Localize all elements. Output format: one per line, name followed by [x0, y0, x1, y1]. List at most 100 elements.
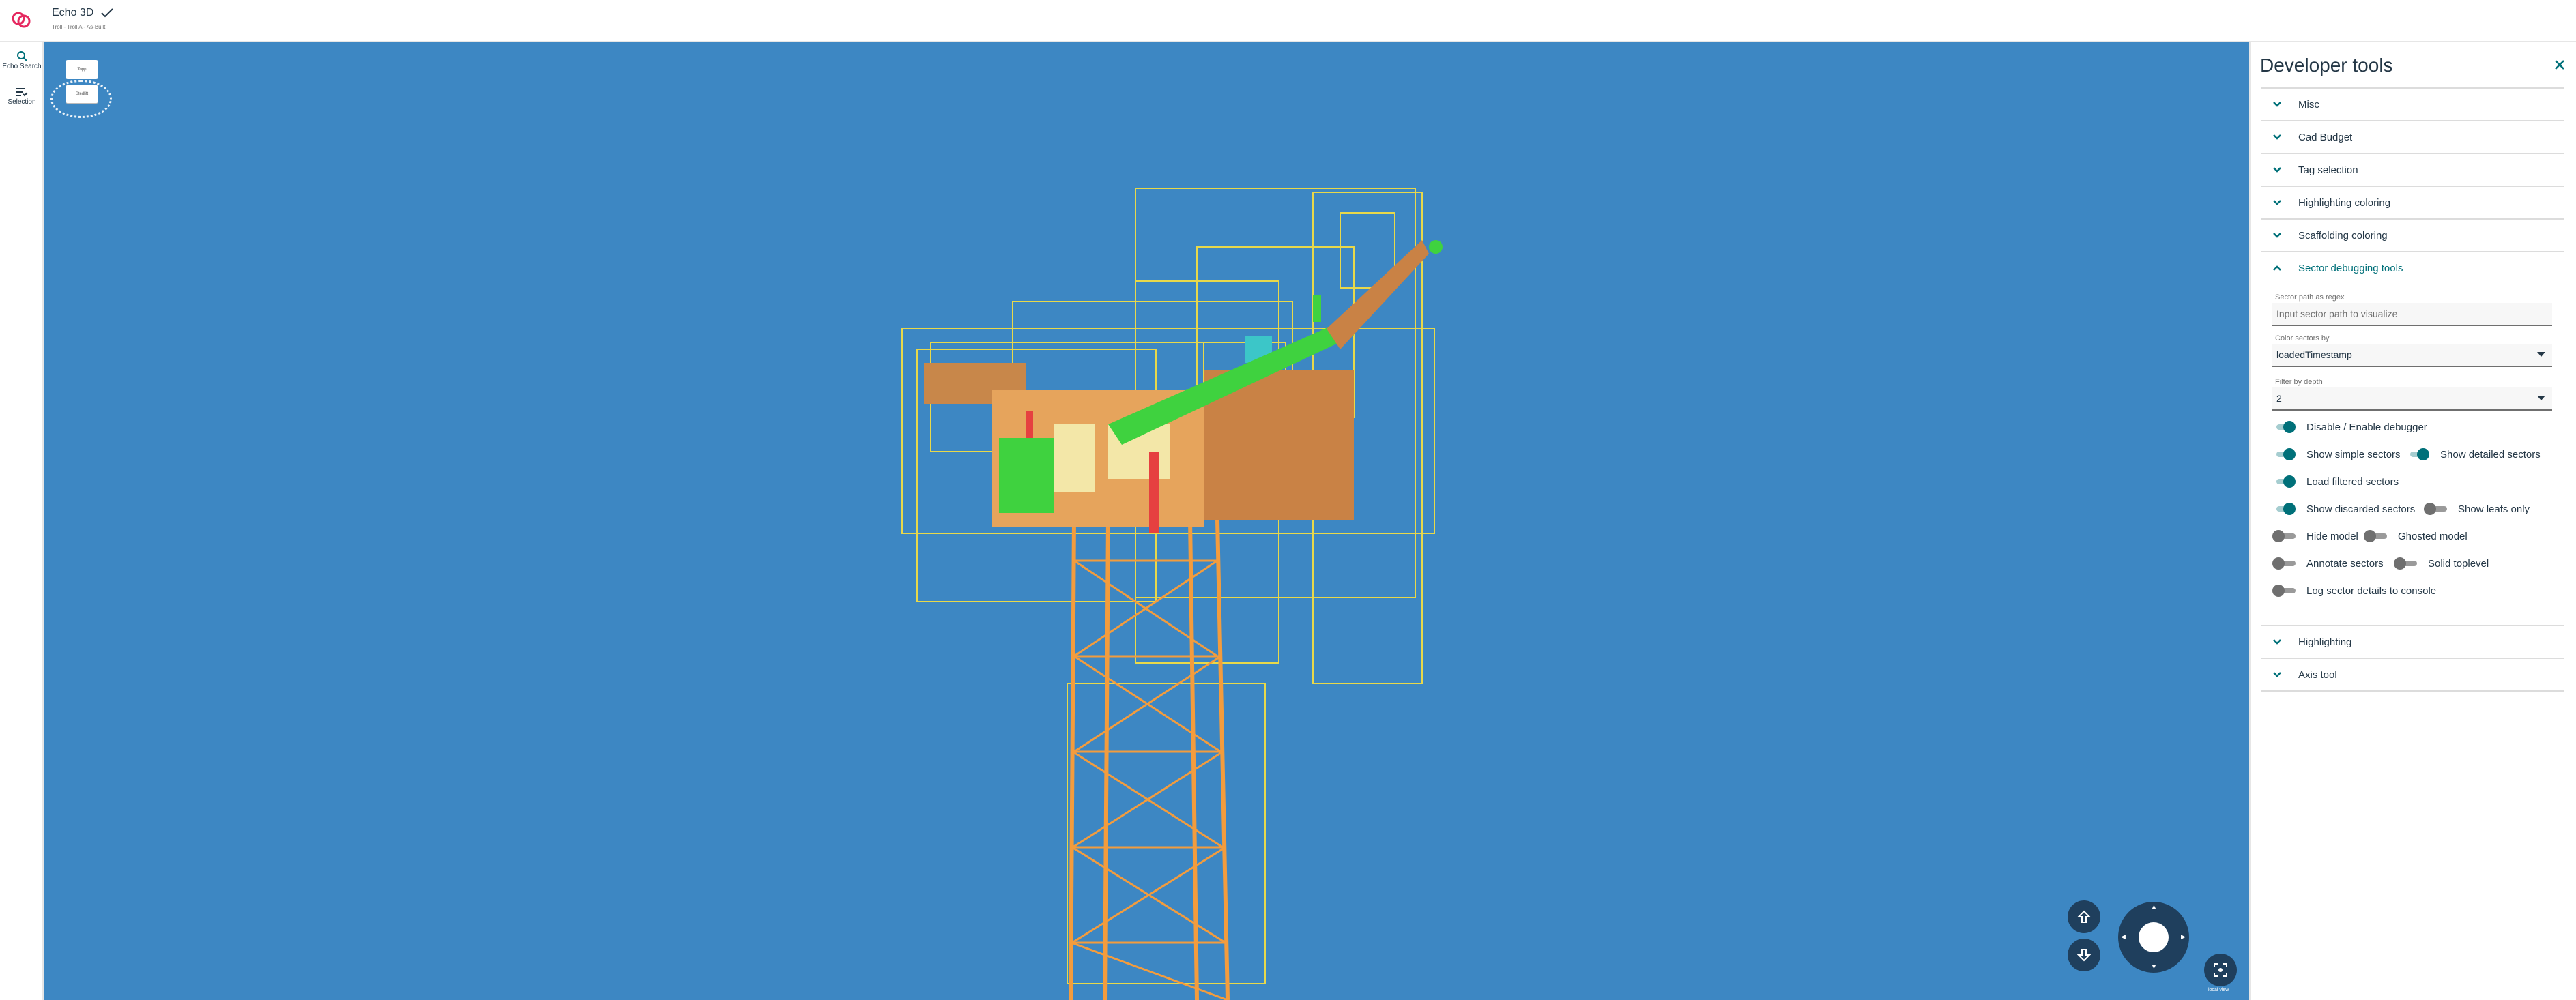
section-header[interactable]: Misc — [2261, 89, 2564, 120]
switch-show-detailed-sectors[interactable]: Show detailed sectors — [2406, 447, 2541, 461]
section-header[interactable]: Highlighting — [2261, 626, 2564, 658]
section-cad-budget[interactable]: Cad Budget — [2261, 120, 2564, 153]
platform-model — [901, 188, 1443, 1000]
topsides-modules — [924, 240, 1443, 533]
filter-depth-label: Filter by depth — [2275, 378, 2323, 386]
toggle-on[interactable] — [2406, 447, 2433, 461]
switch-label: Annotate sectors — [2306, 557, 2384, 570]
section-header[interactable]: Scaffolding coloring — [2261, 220, 2564, 251]
section-tag-selection[interactable]: Tag selection — [2261, 153, 2564, 186]
3d-viewport[interactable]: Topp Stedlift ▲ ▼ ◀ ▶ local view — [44, 42, 2249, 1000]
joystick-left-icon: ◀ — [2121, 933, 2126, 940]
focus-icon — [2214, 963, 2227, 977]
section-label: Cad Budget — [2298, 131, 2353, 143]
toggle-off[interactable] — [2272, 557, 2300, 570]
move-down-button[interactable] — [2068, 939, 2100, 971]
chevron-down-icon — [2273, 672, 2281, 677]
section-scaffolding-coloring[interactable]: Scaffolding coloring — [2261, 218, 2564, 251]
sidebar-item-echo-search[interactable]: Echo Search — [0, 50, 44, 70]
switch-disable-enable-debugger[interactable]: Disable / Enable debugger — [2272, 420, 2427, 434]
joystick-right-icon: ▶ — [2181, 933, 2186, 940]
developer-tools-panel: Developer tools Misc Cad Budget Tag sele… — [2249, 42, 2576, 1000]
toggle-on[interactable] — [2272, 475, 2300, 488]
chevron-down-icon — [2273, 102, 2281, 107]
app-title: Echo 3D — [52, 7, 114, 19]
joystick-knob[interactable] — [2139, 922, 2169, 952]
section-header[interactable]: Tag selection — [2261, 154, 2564, 186]
chevron-down-icon — [2273, 134, 2281, 140]
chevron-down-icon — [2273, 200, 2281, 205]
switch-label: Solid toplevel — [2428, 557, 2489, 570]
chevron-up-icon — [2273, 265, 2281, 271]
switch-label: Show discarded sectors — [2306, 503, 2416, 515]
section-highlighting-coloring[interactable]: Highlighting coloring — [2261, 186, 2564, 218]
arrow-down-icon — [2077, 949, 2091, 962]
sector-path-input[interactable]: Input sector path to visualize — [2272, 303, 2552, 326]
section-header[interactable]: Axis tool — [2261, 659, 2564, 690]
toggle-off[interactable] — [2424, 502, 2451, 516]
search-icon — [17, 51, 27, 61]
switch-label: Show simple sectors — [2306, 448, 2401, 460]
color-sectors-select[interactable]: loadedTimestamp — [2272, 344, 2552, 367]
close-icon — [2555, 60, 2564, 70]
arrow-up-icon — [2077, 910, 2091, 923]
chevron-down-icon — [2273, 639, 2281, 645]
switch-solid-toplevel[interactable]: Solid toplevel — [2394, 557, 2489, 570]
top-bar: Echo 3D Troll - Troll A - As-Built — [0, 0, 2576, 42]
section-label: Scaffolding coloring — [2298, 229, 2388, 241]
toggle-off[interactable] — [2394, 557, 2421, 570]
switch-label: Ghosted model — [2398, 530, 2468, 542]
section-label: Misc — [2298, 98, 2319, 111]
chevron-down-icon — [2273, 233, 2281, 238]
check-icon — [101, 8, 114, 18]
switch-show-simple-sectors[interactable]: Show simple sectors — [2272, 447, 2401, 461]
navigation-joystick[interactable]: ▲ ▼ ◀ ▶ — [2118, 902, 2189, 973]
section-header[interactable]: Sector debugging tools — [2261, 252, 2564, 284]
switch-ghosted-model[interactable]: Ghosted model — [2364, 529, 2468, 543]
toggle-off[interactable] — [2364, 529, 2391, 543]
switch-label: Disable / Enable debugger — [2306, 421, 2427, 433]
switch-show-discarded-sectors[interactable]: Show discarded sectors — [2272, 502, 2415, 516]
selection-list-icon — [16, 88, 28, 97]
switch-show-leafs-only[interactable]: Show leafs only — [2424, 502, 2530, 516]
toggle-off[interactable] — [2272, 584, 2300, 598]
dropdown-caret-icon — [2537, 396, 2545, 400]
echo-logo-icon[interactable] — [11, 10, 31, 30]
toggle-on[interactable] — [2272, 420, 2300, 434]
jacket-bracing — [1071, 559, 1228, 1000]
switch-load-filtered-sectors[interactable]: Load filtered sectors — [2272, 475, 2399, 488]
section-sector-debugging-tools[interactable]: Sector debugging tools Sector path as re… — [2261, 251, 2564, 625]
toggle-on[interactable] — [2272, 502, 2300, 516]
section-label: Highlighting coloring — [2298, 196, 2391, 209]
filter-depth-select[interactable]: 2 — [2272, 387, 2552, 411]
switch-label: Log sector details to console — [2306, 585, 2437, 597]
sidebar-item-selection[interactable]: Selection — [0, 87, 44, 106]
local-view-button[interactable] — [2204, 954, 2237, 986]
panel-title: Developer tools — [2260, 55, 2393, 76]
color-sectors-value: loadedTimestamp — [2276, 349, 2352, 360]
close-panel-button[interactable] — [2549, 55, 2570, 75]
sector-path-label: Sector path as regex — [2275, 293, 2345, 302]
level-indicator-dots — [50, 80, 112, 118]
section-axis-tool[interactable]: Axis tool — [2261, 658, 2564, 692]
switch-label: Show leafs only — [2458, 503, 2530, 515]
section-label: Sector debugging tools — [2298, 262, 2403, 274]
switch-label: Hide model — [2306, 530, 2358, 542]
switch-hide-model[interactable]: Hide model — [2272, 529, 2358, 543]
move-up-button[interactable] — [2068, 900, 2100, 933]
switch-label: Load filtered sectors — [2306, 475, 2399, 488]
section-highlighting[interactable]: Highlighting — [2261, 625, 2564, 658]
section-header[interactable]: Cad Budget — [2261, 121, 2564, 153]
sidebar-item-label: Echo Search — [2, 63, 42, 70]
section-misc[interactable]: Misc — [2261, 87, 2564, 120]
color-sectors-label: Color sectors by — [2275, 334, 2330, 342]
joystick-down-icon: ▼ — [2151, 963, 2157, 970]
toggle-on[interactable] — [2272, 447, 2300, 461]
toggle-off[interactable] — [2272, 529, 2300, 543]
plant-subtitle: Troll - Troll A - As-Built — [52, 24, 106, 30]
switch-log-sector-details[interactable]: Log sector details to console — [2272, 584, 2436, 598]
sidebar-item-label: Selection — [8, 98, 36, 106]
section-header[interactable]: Highlighting coloring — [2261, 187, 2564, 218]
level-top-button[interactable]: Topp — [66, 60, 98, 79]
switch-annotate-sectors[interactable]: Annotate sectors — [2272, 557, 2384, 570]
